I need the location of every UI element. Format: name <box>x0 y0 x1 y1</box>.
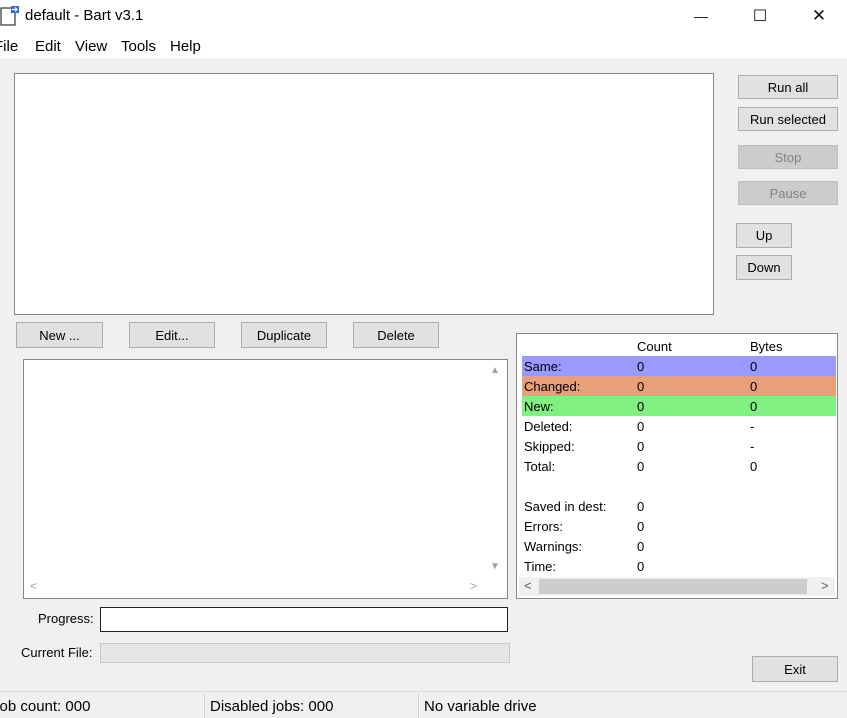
stat-row: Errors: 0 <box>522 516 836 536</box>
close-icon: ✕ <box>811 6 827 25</box>
menu-file[interactable]: File <box>0 38 18 55</box>
stat-row: Changed: 0 0 <box>522 376 836 396</box>
status-divider <box>418 694 419 718</box>
menu-view[interactable]: View <box>75 38 107 55</box>
stat-row: New: 0 0 <box>522 396 836 416</box>
minimize-icon: — <box>694 8 708 24</box>
stat-label: New: <box>524 399 554 414</box>
stat-label: Warnings: <box>524 539 583 554</box>
stat-row: Saved in dest: 0 <box>522 496 836 516</box>
menu-edit[interactable]: Edit <box>35 38 61 55</box>
duplicate-job-button[interactable]: Duplicate <box>241 322 327 348</box>
status-job-count: Job count: 000 <box>0 698 91 715</box>
progress-bar <box>100 607 508 632</box>
stat-bytes: - <box>750 439 755 454</box>
run-selected-button[interactable]: Run selected <box>738 107 838 131</box>
status-divider <box>204 694 205 718</box>
close-button[interactable]: ✕ <box>790 0 847 32</box>
pause-button[interactable]: Pause <box>738 181 838 205</box>
scroll-down-icon[interactable]: ▼ <box>490 562 500 572</box>
edit-job-button[interactable]: Edit... <box>129 322 215 348</box>
stat-count: 0 <box>637 439 645 454</box>
exit-button[interactable]: Exit <box>752 656 838 682</box>
stat-label: Saved in dest: <box>524 499 607 514</box>
bart-window: default - Bart v3.1 — ☐ ✕ File Edit View… <box>0 0 847 718</box>
status-bar: Job count: 000 Disabled jobs: 000 No var… <box>0 691 847 718</box>
stop-button[interactable]: Stop <box>738 145 838 169</box>
stat-label: Skipped: <box>524 439 575 454</box>
stat-row: Total: 0 0 <box>522 456 836 476</box>
minimize-button[interactable]: — <box>672 0 730 32</box>
stat-bytes: 0 <box>750 359 758 374</box>
stat-bytes: - <box>750 419 755 434</box>
delete-job-button[interactable]: Delete <box>353 322 439 348</box>
stat-count: 0 <box>637 559 645 574</box>
stats-scroll-left-icon[interactable]: < <box>524 579 532 592</box>
stats-panel: Count Bytes Same: 0 0 Changed: 0 0 New: 0 0 Delet… <box>516 333 838 599</box>
stat-bytes: 0 <box>750 379 758 394</box>
app-icon <box>0 6 19 26</box>
run-all-button[interactable]: Run all <box>738 75 838 99</box>
stat-count: 0 <box>637 459 645 474</box>
stat-label: Total: <box>524 459 556 474</box>
log-list[interactable]: ▲ ▼ < > <box>23 359 508 599</box>
maximize-icon: ☐ <box>752 8 768 25</box>
menu-tools[interactable]: Tools <box>121 38 156 55</box>
stat-bytes: 0 <box>750 399 758 414</box>
stat-count: 0 <box>637 539 645 554</box>
stat-label: Time: <box>524 559 557 574</box>
stats-scroll-thumb[interactable] <box>539 579 807 594</box>
stat-label: Deleted: <box>524 419 573 434</box>
progress-label: Progress: <box>38 611 94 626</box>
stat-count: 0 <box>637 419 645 434</box>
maximize-button[interactable]: ☐ <box>731 0 789 32</box>
menu-help[interactable]: Help <box>170 38 201 55</box>
stat-row: Warnings: 0 <box>522 536 836 556</box>
stat-count: 0 <box>637 499 645 514</box>
stat-label: Changed: <box>524 379 581 394</box>
menu-bar: File Edit View Tools Help <box>0 32 847 58</box>
status-variable-drive: No variable drive <box>424 698 537 715</box>
status-disabled-jobs: Disabled jobs: 000 <box>210 698 334 715</box>
stat-row: Deleted: 0 - <box>522 416 836 436</box>
current-file-label: Current File: <box>21 645 93 660</box>
stat-count: 0 <box>637 379 645 394</box>
bytes-header: Bytes <box>750 339 783 354</box>
up-button[interactable]: Up <box>736 223 792 248</box>
stat-count: 0 <box>637 399 645 414</box>
stat-label: Same: <box>524 359 562 374</box>
scroll-up-icon[interactable]: ▲ <box>490 366 500 376</box>
stat-row: Skipped: 0 - <box>522 436 836 456</box>
stat-count: 0 <box>637 519 645 534</box>
stat-bytes: 0 <box>750 459 758 474</box>
stats-scroll-right-icon[interactable]: > <box>821 579 829 592</box>
scroll-left-icon[interactable]: < <box>30 580 37 592</box>
job-list[interactable] <box>14 73 714 315</box>
current-file-field <box>100 643 510 663</box>
count-header: Count <box>637 339 672 354</box>
window-title: default - Bart v3.1 <box>25 7 144 24</box>
stat-row: Time: 0 <box>522 556 836 576</box>
stat-count: 0 <box>637 359 645 374</box>
stat-label: Errors: <box>524 519 563 534</box>
stats-h-scrollbar[interactable]: < > <box>519 577 835 596</box>
stat-row: Same: 0 0 <box>522 356 836 376</box>
down-button[interactable]: Down <box>736 255 792 280</box>
scroll-right-icon[interactable]: > <box>470 580 477 592</box>
title-bar: default - Bart v3.1 — ☐ ✕ <box>0 0 847 32</box>
new-job-button[interactable]: New ... <box>16 322 103 348</box>
